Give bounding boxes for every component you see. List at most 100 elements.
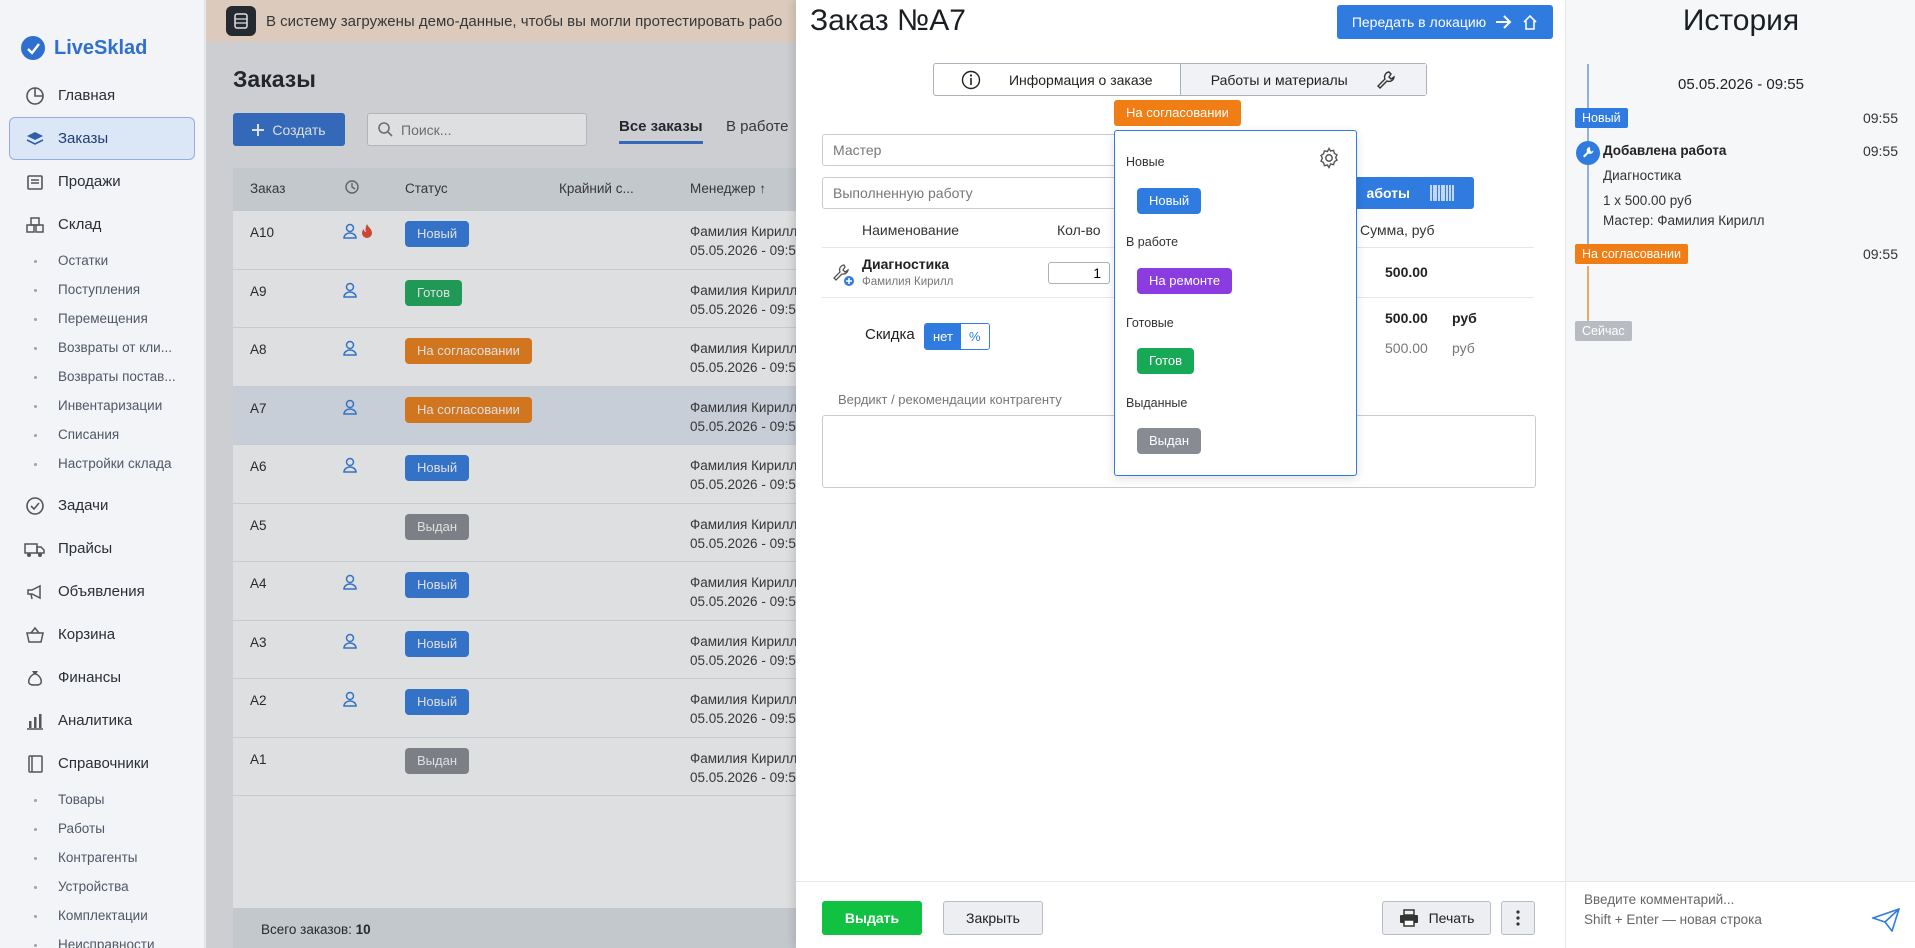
- nav-item-orders[interactable]: Заказы: [9, 117, 195, 160]
- close-button[interactable]: Закрыть: [943, 901, 1043, 935]
- print-button[interactable]: Печать: [1382, 901, 1491, 935]
- tab-works-materials[interactable]: Работы и материалы: [1180, 64, 1426, 95]
- table-row[interactable]: A9 Готов Фамилия Кирилл 05.05.2026 - 09:5…: [233, 270, 803, 328]
- tab-in-work[interactable]: В работе: [726, 118, 789, 135]
- nav-label: Продажи: [58, 173, 121, 190]
- nav-item-references[interactable]: Справочники: [0, 742, 204, 785]
- sidebar-item-warehouse-settings[interactable]: Настройки склада: [0, 449, 204, 478]
- sidebar-item-inventory[interactable]: Инвентаризации: [0, 391, 204, 420]
- bar-chart-icon: [24, 710, 46, 732]
- demo-banner: В систему загружены демо-данные, чтобы в…: [206, 0, 796, 42]
- table-row[interactable]: A1 Выдан Фамилия Кирилл 05.05.2026 - 09:5…: [233, 738, 803, 796]
- tab-all-orders[interactable]: Все заказы: [619, 118, 703, 144]
- sidebar-item-writeoffs[interactable]: Списания: [0, 420, 204, 449]
- status-badge[interactable]: На согласовании: [405, 338, 532, 364]
- warehouse-icon: [24, 214, 46, 236]
- info-icon: [961, 70, 981, 89]
- nav-label: Задачи: [58, 497, 109, 514]
- tab-order-info[interactable]: Информация о заказе: [934, 64, 1181, 95]
- nav-item-main[interactable]: Главная: [0, 74, 204, 117]
- create-order-button[interactable]: Создать: [233, 113, 345, 146]
- quantity-input[interactable]: [1048, 262, 1110, 284]
- transfer-location-button[interactable]: Передать в локацию: [1337, 5, 1553, 39]
- history-col-icon[interactable]: [344, 179, 360, 195]
- barcode-icon: [1430, 185, 1454, 201]
- order-drawer: Заказ №A7 Передать в локацию Информация …: [796, 0, 1565, 948]
- timeline-line-pending: [1587, 266, 1589, 326]
- table-row[interactable]: A10 Новый Фамилия Кирилл 05.05.2026 - 09:…: [233, 211, 803, 270]
- status-option-ready[interactable]: Готов: [1137, 348, 1195, 374]
- fire-icon: [361, 223, 373, 239]
- logo[interactable]: LiveSklad: [0, 0, 204, 74]
- col-deadline[interactable]: Крайний с...: [559, 181, 634, 196]
- nav-item-finance[interactable]: Финансы: [0, 656, 204, 699]
- nav-item-sales[interactable]: Продажи: [0, 160, 204, 203]
- status-badge[interactable]: Выдан: [405, 747, 470, 774]
- discount-toggle: нет %: [924, 323, 990, 350]
- total-currency: руб: [1452, 310, 1477, 326]
- col-order[interactable]: Заказ: [250, 181, 285, 196]
- table-row[interactable]: A8 На согласовании Фамилия Кирилл 05.05.2…: [233, 328, 803, 387]
- send-icon[interactable]: [1872, 908, 1900, 932]
- table-row[interactable]: A3 Новый Фамилия Кирилл 05.05.2026 - 09:5…: [233, 621, 803, 679]
- status-badge[interactable]: На согласовании: [405, 396, 532, 423]
- sidebar-item-devices[interactable]: Устройства: [0, 872, 204, 901]
- nav-item-cart[interactable]: Корзина: [0, 613, 204, 656]
- history-badge-now: Сейчас: [1575, 321, 1632, 341]
- master-field[interactable]: [822, 134, 1132, 166]
- issue-button[interactable]: Выдать: [822, 901, 922, 935]
- table-row[interactable]: A5 Выдан Фамилия Кирилл 05.05.2026 - 09:5…: [233, 504, 803, 562]
- sidebar-item-faults[interactable]: Неисправности: [0, 930, 204, 948]
- nav-item-warehouse[interactable]: Склад: [0, 203, 204, 246]
- sidebar-item-kits[interactable]: Комплектации: [0, 901, 204, 930]
- sidebar-item-goods[interactable]: Товары: [0, 785, 204, 814]
- group-new: Новые: [1126, 155, 1165, 169]
- sidebar-item-contractors[interactable]: Контрагенты: [0, 843, 204, 872]
- search-input[interactable]: [401, 121, 571, 138]
- search-box: [367, 113, 587, 146]
- sidebar-item-supplier-returns[interactable]: Возвраты постав...: [0, 362, 204, 391]
- nav-item-tasks[interactable]: Задачи: [0, 484, 204, 527]
- status-badge[interactable]: Новый: [405, 689, 470, 715]
- status-dropdown-trigger[interactable]: На согласовании: [1114, 100, 1241, 126]
- gear-icon[interactable]: [1318, 147, 1340, 169]
- table-header: Заказ Статус Крайний с... Менеджер ↑: [233, 168, 796, 211]
- table-row[interactable]: A4 Новый Фамилия Кирилл 05.05.2026 - 09:5…: [233, 562, 803, 621]
- work-master: Фамилия Кирилл: [862, 276, 954, 288]
- history-event-line: 1 x 500.00 руб: [1603, 193, 1692, 208]
- nav-item-ads[interactable]: Объявления: [0, 570, 204, 613]
- status-badge[interactable]: Новый: [405, 455, 470, 481]
- more-button[interactable]: [1501, 901, 1535, 935]
- table-row[interactable]: A6 Новый Фамилия Кирилл 05.05.2026 - 09:5…: [233, 445, 803, 504]
- sidebar-item-client-returns[interactable]: Возвраты от кли...: [0, 333, 204, 362]
- comment-box: [1566, 881, 1915, 948]
- nav-item-prices[interactable]: Прайсы: [0, 527, 204, 570]
- comment-input[interactable]: [1584, 890, 1854, 938]
- order-date: 05.05.2026 - 09:55: [690, 243, 804, 258]
- col-manager[interactable]: Менеджер ↑: [690, 181, 766, 196]
- history-event-line: Мастер: Фамилия Кирилл: [1603, 213, 1765, 228]
- table-row[interactable]: A2 Новый Фамилия Кирилл 05.05.2026 - 09:5…: [233, 679, 803, 738]
- discount-percent-option[interactable]: %: [960, 324, 989, 349]
- status-option-new[interactable]: Новый: [1137, 188, 1202, 214]
- status-badge[interactable]: Выдан: [405, 513, 470, 540]
- sidebar-item-transfers[interactable]: Перемещения: [0, 304, 204, 333]
- status-badge[interactable]: Готов: [405, 279, 463, 306]
- manager-name: Фамилия Кирилл: [690, 516, 798, 532]
- sidebar-item-stock[interactable]: Остатки: [0, 246, 204, 275]
- status-badge[interactable]: Новый: [405, 572, 470, 598]
- sidebar-item-works[interactable]: Работы: [0, 814, 204, 843]
- status-badge[interactable]: Новый: [405, 221, 470, 247]
- sidebar-item-receipts[interactable]: Поступления: [0, 275, 204, 304]
- status-option-issued[interactable]: Выдан: [1137, 428, 1202, 454]
- discount-none-option[interactable]: нет: [925, 324, 961, 349]
- table-row-selected[interactable]: A7 На согласовании Фамилия Кирилл 05.05.2…: [233, 386, 803, 445]
- history-badge-agree: На согласовании: [1575, 244, 1688, 264]
- nav-item-analytics[interactable]: Аналитика: [0, 699, 204, 742]
- status-option-repair[interactable]: На ремонте: [1137, 268, 1233, 294]
- register-icon: [24, 171, 46, 193]
- order-id: A8: [250, 342, 267, 357]
- col-status[interactable]: Статус: [405, 181, 448, 196]
- user-icon: [343, 574, 357, 590]
- status-badge[interactable]: Новый: [405, 630, 470, 657]
